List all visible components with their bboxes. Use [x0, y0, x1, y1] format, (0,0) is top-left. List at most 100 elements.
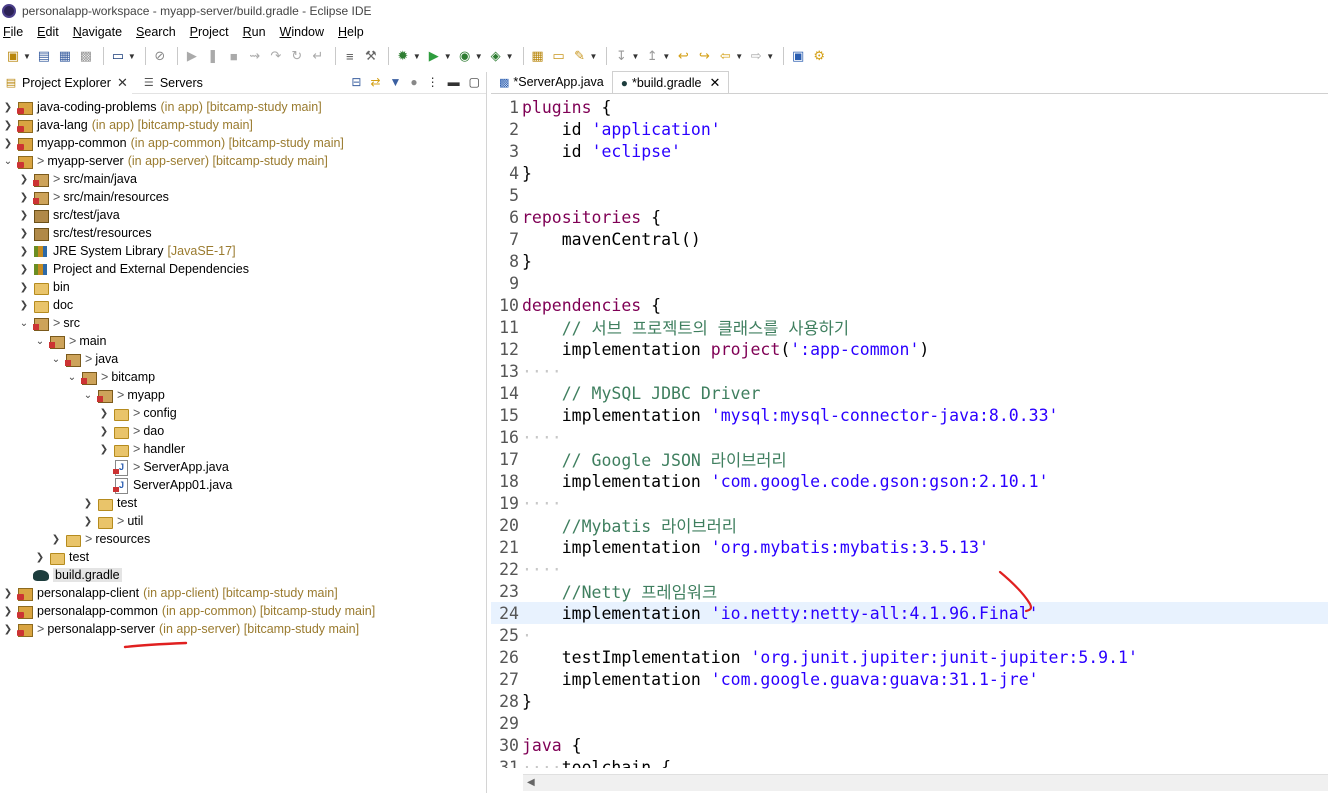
chevron-right-icon[interactable]: ❯	[98, 408, 110, 419]
tab-servers[interactable]: ☰ Servers	[138, 72, 207, 94]
chevron-down-icon[interactable]: ⌄	[82, 390, 94, 401]
skip-breakpoints-icon[interactable]: ⊘	[151, 48, 169, 64]
chevron-down-icon[interactable]: ▼	[662, 52, 670, 61]
open-folder-icon[interactable]: ▭	[550, 48, 568, 64]
debug-icon[interactable]: ✹	[394, 48, 412, 64]
tree-item[interactable]: ❯ java-coding-problems (in app) [bitcamp-s…	[0, 98, 486, 116]
view-menu-icon[interactable]: ⋮	[427, 75, 439, 89]
chevron-right-icon[interactable]: ❯	[18, 300, 30, 311]
chevron-down-icon[interactable]: ⌄	[34, 336, 46, 347]
chevron-down-icon[interactable]: ▼	[23, 52, 31, 61]
chevron-right-icon[interactable]: ❯	[82, 516, 94, 527]
menu-project[interactable]: Project	[190, 25, 229, 39]
forward-edit-icon[interactable]: ↪	[695, 48, 713, 64]
chevron-down-icon[interactable]: ▼	[444, 52, 452, 61]
code-line[interactable]: 31 ····toolchain {	[491, 756, 1328, 769]
tree-item[interactable]: ❯ Project and External Dependencies	[0, 260, 486, 278]
tab-build-gradle[interactable]: ● *build.gradle ✕	[611, 71, 730, 93]
menu-file[interactable]: File	[3, 25, 23, 39]
code-line[interactable]: 28}	[491, 690, 1328, 712]
tree-item[interactable]: ❯ bin	[0, 278, 486, 296]
code-line[interactable]: 6 repositories {	[491, 206, 1328, 228]
tree-item[interactable]: ❯ > src/main/java	[0, 170, 486, 188]
scroll-left-icon[interactable]: ◀	[527, 777, 535, 788]
chevron-down-icon[interactable]: ▼	[735, 52, 743, 61]
code-line[interactable]: 16 ····	[491, 426, 1328, 448]
code-line[interactable]: 12 implementation project(':app-common')	[491, 338, 1328, 360]
step-over-icon[interactable]: ↻	[288, 48, 306, 64]
tree-item[interactable]: ❯ > util	[0, 512, 486, 530]
tree-item[interactable]: ❯ > src/main/resources	[0, 188, 486, 206]
tree-item[interactable]: ❯ personalapp-client (in app-client) [bitc…	[0, 584, 486, 602]
menu-navigate[interactable]: Navigate	[73, 25, 122, 39]
forward-icon[interactable]: ⇨	[747, 48, 765, 64]
code-line[interactable]: 17 // Google JSON 라이브러리	[491, 448, 1328, 471]
code-line[interactable]: 8}	[491, 250, 1328, 272]
minimize-icon[interactable]: ▬	[448, 75, 460, 89]
new-package-icon[interactable]: ▦	[529, 48, 547, 64]
tree-item[interactable]: ❯ java-lang (in app) [bitcamp-study main]	[0, 116, 486, 134]
code-line[interactable]: 14 // MySQL JDBC Driver	[491, 382, 1328, 404]
step-into-icon[interactable]: ↷	[267, 48, 285, 64]
toggle-icon[interactable]: ≡	[341, 48, 359, 64]
tab-project-explorer[interactable]: ▤ Project Explorer ✕	[0, 71, 132, 94]
tree-item[interactable]: ❯ > dao	[0, 422, 486, 440]
code-line[interactable]: 27 implementation 'com.google.guava:guav…	[491, 668, 1328, 690]
tree-item[interactable]: ⌄ > bitcamp	[0, 368, 486, 386]
chevron-down-icon[interactable]: ▼	[506, 52, 514, 61]
chevron-right-icon[interactable]: ❯	[2, 624, 14, 635]
save-all-icon[interactable]: ▦	[56, 48, 74, 64]
chevron-right-icon[interactable]: ❯	[98, 444, 110, 455]
tree-item[interactable]: ❯ doc	[0, 296, 486, 314]
focus-icon[interactable]: ●	[410, 75, 417, 89]
chevron-down-icon[interactable]: ⌄	[18, 318, 30, 329]
menu-help[interactable]: Help	[338, 25, 364, 39]
terminate-icon[interactable]: ■	[225, 48, 243, 64]
java-perspective-icon[interactable]: ⚙	[810, 48, 828, 64]
terminal-icon[interactable]: ▭	[109, 48, 127, 64]
menu-window[interactable]: Window	[280, 25, 324, 39]
tree-item[interactable]: ❯ > config	[0, 404, 486, 422]
external-tools-icon[interactable]: ◈	[487, 48, 505, 64]
code-line[interactable]: 11 // 서브 프로젝트의 클래스를 사용하기	[491, 316, 1328, 339]
code-line[interactable]: 4}	[491, 162, 1328, 184]
chevron-down-icon[interactable]: ▼	[631, 52, 639, 61]
chevron-right-icon[interactable]: ❯	[98, 426, 110, 437]
code-line[interactable]: 25 ·	[491, 624, 1328, 646]
tree-item[interactable]: ⌄ > main	[0, 332, 486, 350]
chevron-right-icon[interactable]: ❯	[50, 534, 62, 545]
tree-item-build-gradle[interactable]: build.gradle	[0, 566, 486, 584]
tree-item[interactable]: ❯ > resources	[0, 530, 486, 548]
chevron-right-icon[interactable]: ❯	[18, 210, 30, 221]
tree-item[interactable]: ⌄ > src	[0, 314, 486, 332]
tree-item[interactable]: ServerApp01.java	[0, 476, 486, 494]
chevron-right-icon[interactable]: ❯	[2, 120, 14, 131]
chevron-right-icon[interactable]: ❯	[2, 102, 14, 113]
chevron-right-icon[interactable]: ❯	[18, 246, 30, 257]
code-editor[interactable]: 1 plugins {2 id 'application' 3 id 'eclips…	[491, 96, 1328, 768]
menu-edit[interactable]: Edit	[37, 25, 59, 39]
code-line[interactable]: 5	[491, 184, 1328, 206]
tree-item[interactable]: ❯ > personalapp-server (in app-server) [bit…	[0, 620, 486, 638]
tree-item[interactable]: ⌄ > myapp	[0, 386, 486, 404]
chevron-right-icon[interactable]: ❯	[82, 498, 94, 509]
link-with-editor-icon[interactable]: ⇄	[370, 75, 380, 89]
tree-item[interactable]: ❯ test	[0, 494, 486, 512]
chevron-down-icon[interactable]: ⌄	[2, 156, 14, 167]
suspend-icon[interactable]: ❚	[204, 48, 222, 64]
code-line[interactable]: 29	[491, 712, 1328, 734]
tree-item[interactable]: ⌄ > java	[0, 350, 486, 368]
code-line[interactable]: 24 implementation 'io.netty:netty-all:4.…	[491, 602, 1328, 624]
chevron-right-icon[interactable]: ❯	[2, 138, 14, 149]
resume-icon[interactable]: ▶	[183, 48, 201, 64]
print-icon[interactable]: ▩	[77, 48, 95, 64]
pen-icon[interactable]: ✎	[571, 48, 589, 64]
code-line[interactable]: 10 dependencies {	[491, 294, 1328, 316]
collapse-all-icon[interactable]: ⊟	[351, 75, 361, 89]
chevron-right-icon[interactable]: ❯	[18, 282, 30, 293]
tree-item[interactable]: ❯ > handler	[0, 440, 486, 458]
chevron-right-icon[interactable]: ❯	[18, 192, 30, 203]
tree-item[interactable]: ❯ myapp-common (in app-common) [bitcamp-st…	[0, 134, 486, 152]
code-line[interactable]: 18 implementation 'com.google.code.gson:…	[491, 470, 1328, 492]
build-icon[interactable]: ⚒	[362, 48, 380, 64]
